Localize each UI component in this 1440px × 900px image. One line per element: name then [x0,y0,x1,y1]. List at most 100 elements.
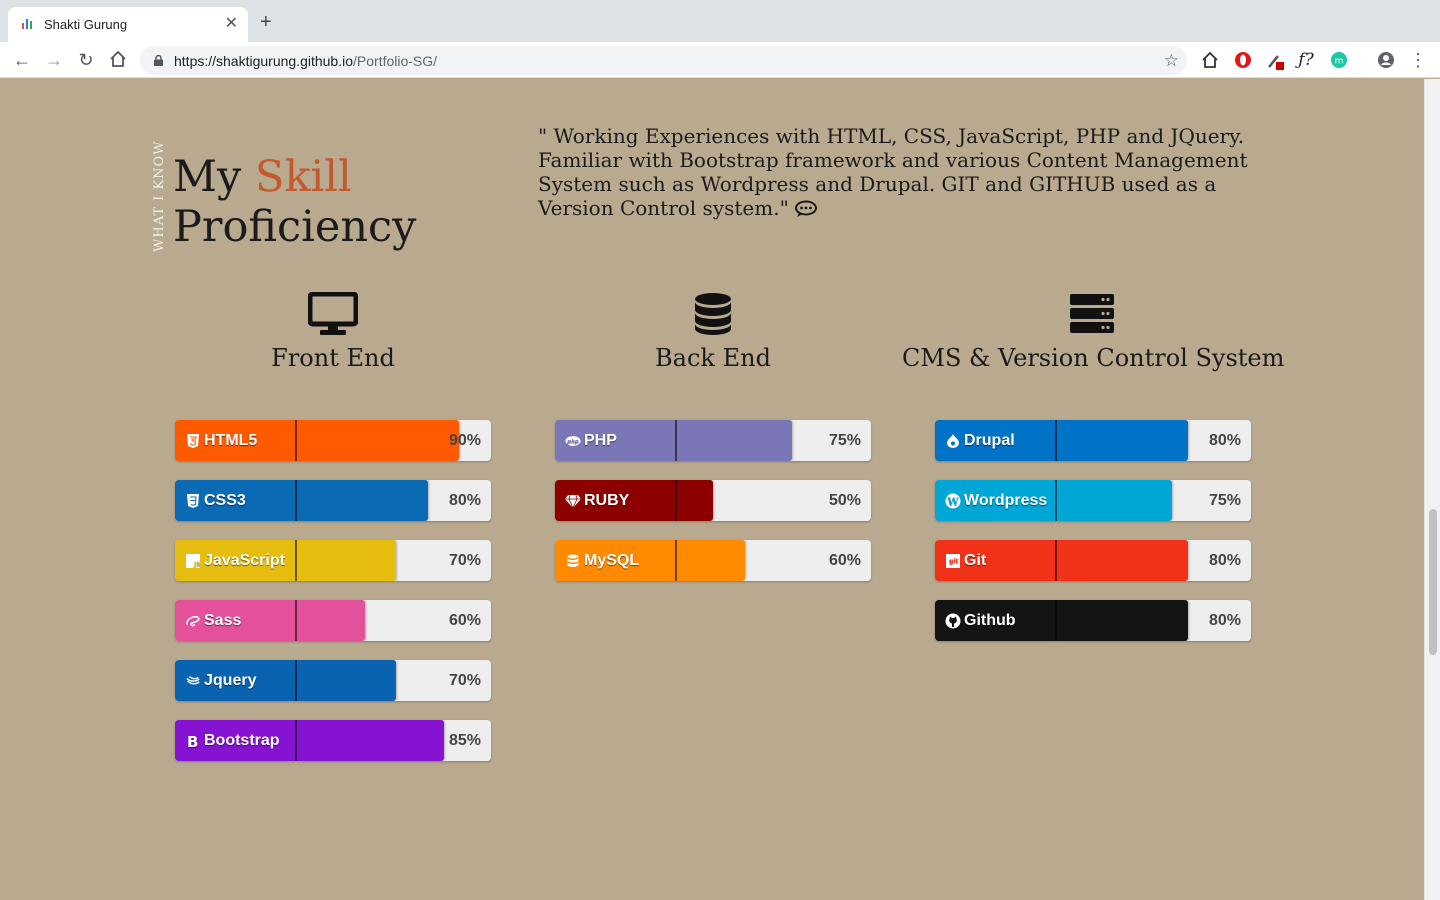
skill-name: CSS3 [204,491,246,509]
skill-name: JavaScript [204,551,285,569]
skill-bar-css3: CSS3 80% [175,480,491,521]
css3-icon [185,493,201,509]
cms-vcs-skills: Drupal 80% W Wordpress 75% git Git 80% Github 80% [935,420,1251,660]
skill-label: Sass [175,600,297,641]
svg-text:git: git [949,558,958,565]
section-vertical-label: WHAT I KNOW [152,140,167,252]
back-end-skills: php PHP 75% RUBY 50% MySQL 60% [555,420,871,600]
skill-percent: 90% [448,432,481,449]
php-icon: php [565,433,581,449]
github-icon [945,613,961,629]
skill-bar-github: Github 80% [935,600,1251,641]
home-icon[interactable] [108,50,128,70]
category-back-end: Back End [523,290,903,372]
jquery-icon [185,673,201,689]
skill-name: HTML5 [204,431,258,449]
back-arrow-icon[interactable]: ← [12,50,32,70]
lock-icon [154,55,163,66]
site-favicon-icon [22,19,34,29]
url-path: /Portfolio-SG/ [353,53,438,69]
svg-text:JS: JS [193,561,200,568]
skill-label: B Bootstrap [175,720,297,761]
opera-icon[interactable] [1233,50,1253,70]
page-scrollbar[interactable] [1424,79,1440,900]
address-bar[interactable]: https://shaktigurung.github.io/Portfolio… [140,46,1187,75]
skill-name: RUBY [584,491,630,509]
mysql-icon [565,553,581,569]
svg-text:m: m [1335,57,1344,67]
svg-text:php: php [566,439,579,445]
drupal-icon [945,433,961,449]
ruby-icon [565,493,581,509]
skill-bar-git: git Git 80% [935,540,1251,581]
mercury-icon[interactable]: m [1329,50,1349,70]
profile-avatar-icon[interactable] [1376,50,1396,70]
menu-kebab-icon[interactable]: ⋮ [1408,50,1428,70]
js-icon: JS [185,553,201,569]
font-finder-icon[interactable]: ƒ? [1296,50,1316,70]
skill-percent: 75% [1208,492,1241,509]
skill-bar-drupal: Drupal 80% [935,420,1251,461]
bootstrap-icon: B [185,733,201,749]
eyedropper-icon[interactable] [1266,50,1286,70]
category-title: Front End [271,344,395,372]
skill-bar-php: php PHP 75% [555,420,871,461]
heading-prefix: My [173,152,242,202]
git-icon: git [945,553,961,569]
home-extension-icon[interactable] [1200,50,1220,70]
skill-name: MySQL [584,551,640,569]
skill-percent: 60% [828,552,861,569]
quote-text: " Working Experiences with HTML, CSS, Ja… [538,124,1248,220]
category-cms-vcs: CMS & Version Control System [902,290,1285,372]
desktop-icon [143,290,523,338]
heading-second-line: Proficiency [173,202,417,252]
skill-name: Git [964,551,987,569]
category-front-end: Front End [143,290,523,372]
skill-percent: 50% [828,492,861,509]
tab-close-icon[interactable]: ✕ [225,15,238,33]
skill-bar-html5: HTML5 90% [175,420,491,461]
database-icon [523,290,903,338]
sass-icon [185,613,201,629]
skill-bar-mysql: MySQL 60% [555,540,871,581]
browser-toolbar: ← → ↻ https://shaktigurung.github.io/Por… [0,42,1440,78]
skill-label: Drupal [935,420,1057,461]
tab-title: Shakti Gurung [44,17,128,32]
skill-label: Github [935,600,1057,641]
skill-label: Jquery [175,660,297,701]
skill-label: MySQL [555,540,677,581]
forward-arrow-icon[interactable]: → [44,50,64,70]
skill-name: PHP [584,431,617,449]
skill-percent: 80% [1208,552,1241,569]
skill-name: Bootstrap [204,731,280,749]
browser-tab[interactable]: Shakti Gurung ✕ [8,7,248,42]
svg-text:B: B [187,734,198,748]
reload-icon[interactable]: ↻ [76,50,96,70]
skill-bar-javascript: JS JavaScript 70% [175,540,491,581]
scrollbar-thumb[interactable] [1429,509,1437,655]
skill-name: Github [964,611,1016,629]
skill-label: CSS3 [175,480,297,521]
skill-bar-bootstrap: B Bootstrap 85% [175,720,491,761]
skill-percent: 70% [448,552,481,569]
url-host: https://shaktigurung.github.io [174,53,354,69]
skill-percent: 70% [448,672,481,689]
skill-percent: 80% [448,492,481,509]
front-end-skills: HTML5 90% CSS3 80% JS JavaScript 70% Sass 60% Jqu… [175,420,491,780]
skill-label: W Wordpress [935,480,1057,521]
html5-icon [185,433,201,449]
skills-quote: " Working Experiences with HTML, CSS, Ja… [538,124,1258,220]
skill-bar-ruby: RUBY 50% [555,480,871,521]
skill-name: Wordpress [964,491,1048,509]
heading-accent: Skill [255,152,352,202]
url-text: https://shaktigurung.github.io/Portfolio… [174,53,437,69]
category-title: CMS & Version Control System [902,344,1285,372]
skill-percent: 85% [448,732,481,749]
section-heading: My Skill Proficiency [173,152,416,252]
skill-name: Drupal [964,431,1015,449]
bookmark-star-icon[interactable]: ☆ [1164,51,1179,71]
skill-name: Sass [204,611,242,629]
wordpress-icon: W [945,493,961,509]
comment-dots-icon [795,200,818,217]
new-tab-icon[interactable]: + [260,12,272,32]
